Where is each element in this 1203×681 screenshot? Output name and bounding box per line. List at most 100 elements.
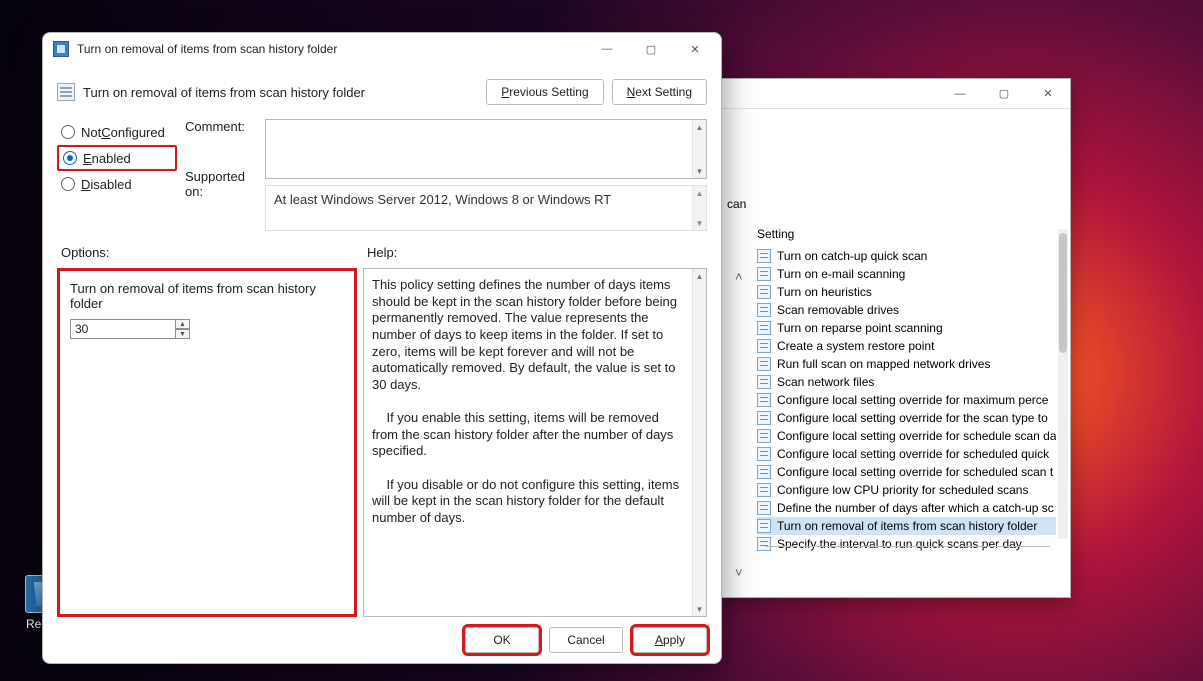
radio-not-configured[interactable]: Not Configured	[57, 119, 177, 145]
list-item-label: Define the number of days after which a …	[777, 501, 1054, 515]
list-item-label: Turn on heuristics	[777, 285, 872, 299]
help-label: Help:	[367, 245, 397, 260]
dialog-minimize-button[interactable]: —	[585, 34, 629, 64]
radio-disabled[interactable]: Disabled	[57, 171, 177, 197]
setting-item-icon	[757, 537, 771, 551]
setting-item-icon	[757, 285, 771, 299]
scroll-down-icon[interactable]: ▼	[693, 164, 706, 178]
setting-item-icon	[757, 501, 771, 515]
supported-scrollbar[interactable]: ▲▼	[692, 186, 706, 230]
list-item[interactable]: Turn on catch-up quick scan	[757, 247, 1056, 265]
list-item[interactable]: Define the number of days after which a …	[757, 499, 1056, 517]
dialog-maximize-button[interactable]: ▢	[629, 34, 673, 64]
list-item[interactable]: Configure local setting override for sch…	[757, 445, 1056, 463]
settings-list[interactable]: Turn on catch-up quick scan Turn on e-mai…	[757, 247, 1056, 555]
bg-scroll-down-icon[interactable]: ˅	[735, 565, 749, 579]
list-item[interactable]: Configure local setting override for max…	[757, 391, 1056, 409]
bg-scroll-up-icon[interactable]: ˄	[735, 269, 749, 283]
scrollbar-thumb[interactable]	[1059, 233, 1067, 353]
list-item-label: Turn on reparse point scanning	[777, 321, 943, 335]
bg-titlebar: — ▢ ✕	[717, 79, 1070, 109]
list-item-label: Scan removable drives	[777, 303, 899, 317]
comment-scrollbar[interactable]: ▲▼	[692, 120, 706, 178]
list-item[interactable]: Start the scheduled scan only when compu…	[757, 553, 1056, 555]
list-item-label: Configure local setting override for max…	[777, 393, 1048, 407]
scroll-up-icon[interactable]: ▲	[693, 186, 706, 200]
list-item[interactable]: Specify the interval to run quick scans …	[757, 535, 1056, 553]
setting-item-icon	[757, 429, 771, 443]
supported-on-label: Supported on:	[185, 169, 265, 215]
setting-item-icon	[757, 465, 771, 479]
scroll-up-icon[interactable]: ▲	[693, 269, 706, 283]
list-item[interactable]: Turn on e-mail scanning	[757, 265, 1056, 283]
radio-enabled[interactable]: Enabled	[57, 145, 177, 171]
list-item[interactable]: Turn on heuristics	[757, 283, 1056, 301]
setting-item-icon	[757, 357, 771, 371]
bg-vertical-scrollbar[interactable]	[1058, 229, 1068, 539]
list-item-label: Run full scan on mapped network drives	[777, 357, 990, 371]
list-item[interactable]: Scan removable drives	[757, 301, 1056, 319]
list-item-label: Configure local setting override for the…	[777, 411, 1048, 425]
minimize-icon: —	[955, 88, 966, 100]
list-item-label: Specify the interval to run quick scans …	[777, 537, 1022, 551]
previous-setting-button[interactable]: Previous Setting	[486, 79, 603, 105]
list-item-label: Turn on e-mail scanning	[777, 267, 905, 281]
setting-item-icon	[757, 339, 771, 353]
policy-dialog: Turn on removal of items from scan histo…	[42, 32, 722, 664]
scroll-down-icon[interactable]: ▼	[693, 216, 706, 230]
scroll-up-icon[interactable]: ▲	[693, 120, 706, 134]
list-item[interactable]: Configure local setting override for the…	[757, 409, 1056, 427]
list-item[interactable]: Run full scan on mapped network drives	[757, 355, 1056, 373]
radio-icon	[63, 151, 77, 165]
ok-button[interactable]: OK	[465, 627, 539, 653]
help-scrollbar[interactable]: ▲▼	[692, 269, 706, 616]
list-item[interactable]: Turn on reparse point scanning	[757, 319, 1056, 337]
list-item[interactable]: Configure low CPU priority for scheduled…	[757, 481, 1056, 499]
bg-minimize-button[interactable]: —	[938, 80, 982, 108]
bg-column-header-setting[interactable]: Setting	[757, 227, 794, 241]
list-item-label: Configure local setting override for sch…	[777, 465, 1053, 479]
dialog-close-button[interactable]: ✕	[673, 34, 717, 64]
list-item-label: Configure local setting override for sch…	[777, 447, 1049, 461]
list-item-label: Scan network files	[777, 375, 874, 389]
dialog-title-icon	[53, 41, 69, 57]
setting-item-icon	[757, 303, 771, 317]
radio-icon	[61, 125, 75, 139]
options-label: Options:	[61, 245, 367, 260]
bg-horizontal-scroll-line	[765, 546, 1050, 547]
list-item[interactable]: Scan network files	[757, 373, 1056, 391]
spinner-down-button[interactable]: ▼	[175, 329, 190, 339]
spinner-up-button[interactable]: ▲	[175, 319, 190, 329]
setting-item-icon	[757, 519, 771, 533]
list-item[interactable]: Turn on removal of items from scan histo…	[757, 517, 1056, 535]
supported-on-text: At least Windows Server 2012, Windows 8 …	[265, 185, 707, 231]
list-item[interactable]: Configure local setting override for sch…	[757, 427, 1056, 445]
setting-item-icon	[757, 249, 771, 263]
cancel-button[interactable]: Cancel	[549, 627, 623, 653]
list-item[interactable]: Create a system restore point	[757, 337, 1056, 355]
comment-label: Comment:	[185, 119, 265, 169]
option-field-label: Turn on removal of items from scan histo…	[70, 281, 344, 311]
setting-item-icon	[757, 483, 771, 497]
bg-close-button[interactable]: ✕	[1026, 80, 1070, 108]
dialog-titlebar: Turn on removal of items from scan histo…	[43, 33, 721, 65]
radio-icon	[61, 177, 75, 191]
next-setting-button[interactable]: Next Setting	[612, 79, 707, 105]
days-spinner[interactable]: 30 ▲ ▼	[70, 319, 190, 339]
options-pane: Turn on removal of items from scan histo…	[57, 268, 357, 617]
days-spinner-value[interactable]: 30	[70, 319, 176, 339]
close-icon: ✕	[690, 43, 699, 56]
dialog-window-title: Turn on removal of items from scan histo…	[77, 42, 337, 56]
scroll-down-icon[interactable]: ▼	[693, 602, 706, 616]
list-item-label: Turn on removal of items from scan histo…	[777, 519, 1037, 533]
list-item[interactable]: Configure local setting override for sch…	[757, 463, 1056, 481]
apply-button[interactable]: Apply	[633, 627, 707, 653]
bg-maximize-button[interactable]: ▢	[982, 80, 1026, 108]
list-item-label: Configure low CPU priority for scheduled…	[777, 483, 1028, 497]
list-item-label: Create a system restore point	[777, 339, 934, 353]
policy-icon	[57, 83, 75, 101]
bg-column-fragment: can	[727, 197, 746, 211]
help-text: This policy setting defines the number o…	[372, 277, 688, 608]
comment-textarea[interactable]: ▲▼	[265, 119, 707, 179]
help-pane: This policy setting defines the number o…	[363, 268, 707, 617]
